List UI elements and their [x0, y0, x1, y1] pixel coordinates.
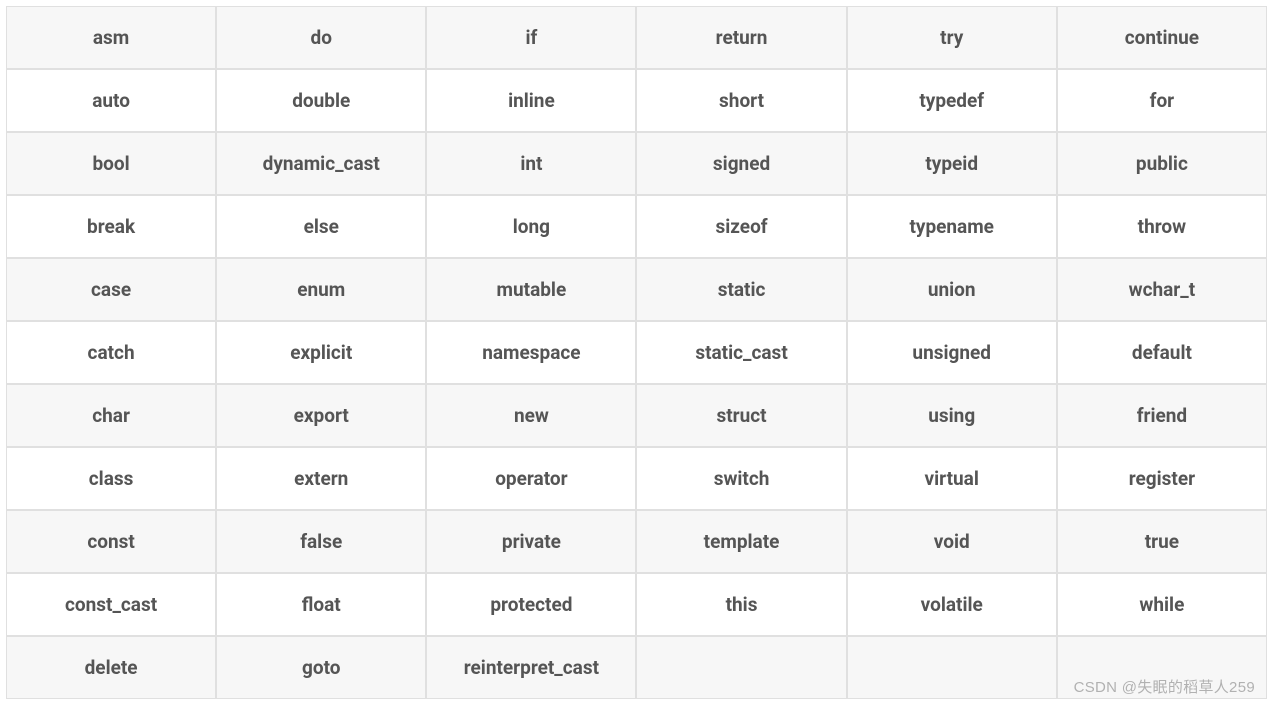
keywords-table: asmdoifreturntrycontinue autodoubleinlin…: [6, 6, 1267, 699]
keyword-cell: auto: [6, 69, 216, 132]
keyword-cell: enum: [216, 258, 426, 321]
table-row: const_castfloatprotectedthisvolatilewhil…: [6, 573, 1267, 636]
keyword-cell: typedef: [847, 69, 1057, 132]
keyword-cell: if: [426, 6, 636, 69]
keyword-cell: using: [847, 384, 1057, 447]
keyword-cell: continue: [1057, 6, 1267, 69]
keyword-cell: while: [1057, 573, 1267, 636]
keyword-cell: try: [847, 6, 1057, 69]
keyword-cell: reinterpret_cast: [426, 636, 636, 699]
keyword-cell: mutable: [426, 258, 636, 321]
keyword-cell: struct: [636, 384, 846, 447]
keyword-cell: true: [1057, 510, 1267, 573]
keyword-cell: typeid: [847, 132, 1057, 195]
table-row: breakelselongsizeoftypenamethrow: [6, 195, 1267, 258]
keyword-cell: catch: [6, 321, 216, 384]
keyword-cell: const: [6, 510, 216, 573]
keyword-cell: [847, 636, 1057, 699]
keyword-cell: extern: [216, 447, 426, 510]
keyword-cell: private: [426, 510, 636, 573]
keyword-cell: else: [216, 195, 426, 258]
keyword-cell: goto: [216, 636, 426, 699]
table-row: autodoubleinlineshorttypedeffor: [6, 69, 1267, 132]
keyword-cell: false: [216, 510, 426, 573]
keyword-cell: dynamic_cast: [216, 132, 426, 195]
keyword-cell: wchar_t: [1057, 258, 1267, 321]
keyword-cell: operator: [426, 447, 636, 510]
keyword-cell: break: [6, 195, 216, 258]
keyword-cell: [636, 636, 846, 699]
keyword-cell: return: [636, 6, 846, 69]
keyword-cell: bool: [6, 132, 216, 195]
table-row: asmdoifreturntrycontinue: [6, 6, 1267, 69]
keyword-cell: const_cast: [6, 573, 216, 636]
keyword-cell: long: [426, 195, 636, 258]
keyword-cell: unsigned: [847, 321, 1057, 384]
keyword-cell: new: [426, 384, 636, 447]
keyword-cell: template: [636, 510, 846, 573]
keyword-cell: int: [426, 132, 636, 195]
keyword-cell: inline: [426, 69, 636, 132]
table-row: deletegotoreinterpret_cast: [6, 636, 1267, 699]
keyword-cell: default: [1057, 321, 1267, 384]
keyword-cell: sizeof: [636, 195, 846, 258]
keyword-cell: public: [1057, 132, 1267, 195]
table-row: booldynamic_castintsignedtypeidpublic: [6, 132, 1267, 195]
keyword-cell: static: [636, 258, 846, 321]
keyword-cell: explicit: [216, 321, 426, 384]
keyword-cell: protected: [426, 573, 636, 636]
keyword-cell: double: [216, 69, 426, 132]
keyword-cell: do: [216, 6, 426, 69]
keyword-cell: [1057, 636, 1267, 699]
table-row: classexternoperatorswitchvirtualregister: [6, 447, 1267, 510]
keyword-cell: volatile: [847, 573, 1057, 636]
keyword-cell: for: [1057, 69, 1267, 132]
keyword-cell: this: [636, 573, 846, 636]
keyword-cell: register: [1057, 447, 1267, 510]
keyword-cell: friend: [1057, 384, 1267, 447]
keyword-cell: switch: [636, 447, 846, 510]
keyword-cell: virtual: [847, 447, 1057, 510]
keyword-cell: typename: [847, 195, 1057, 258]
keyword-cell: signed: [636, 132, 846, 195]
keyword-cell: asm: [6, 6, 216, 69]
table-row: charexportnewstructusingfriend: [6, 384, 1267, 447]
table-row: caseenummutablestaticunionwchar_t: [6, 258, 1267, 321]
keyword-cell: throw: [1057, 195, 1267, 258]
table-row: constfalseprivatetemplatevoidtrue: [6, 510, 1267, 573]
keyword-cell: float: [216, 573, 426, 636]
table-row: catchexplicitnamespacestatic_castunsigne…: [6, 321, 1267, 384]
keyword-cell: void: [847, 510, 1057, 573]
keyword-cell: export: [216, 384, 426, 447]
keyword-cell: delete: [6, 636, 216, 699]
keyword-cell: short: [636, 69, 846, 132]
keyword-cell: class: [6, 447, 216, 510]
keyword-cell: namespace: [426, 321, 636, 384]
keyword-cell: case: [6, 258, 216, 321]
keyword-cell: union: [847, 258, 1057, 321]
keyword-cell: static_cast: [636, 321, 846, 384]
keyword-cell: char: [6, 384, 216, 447]
